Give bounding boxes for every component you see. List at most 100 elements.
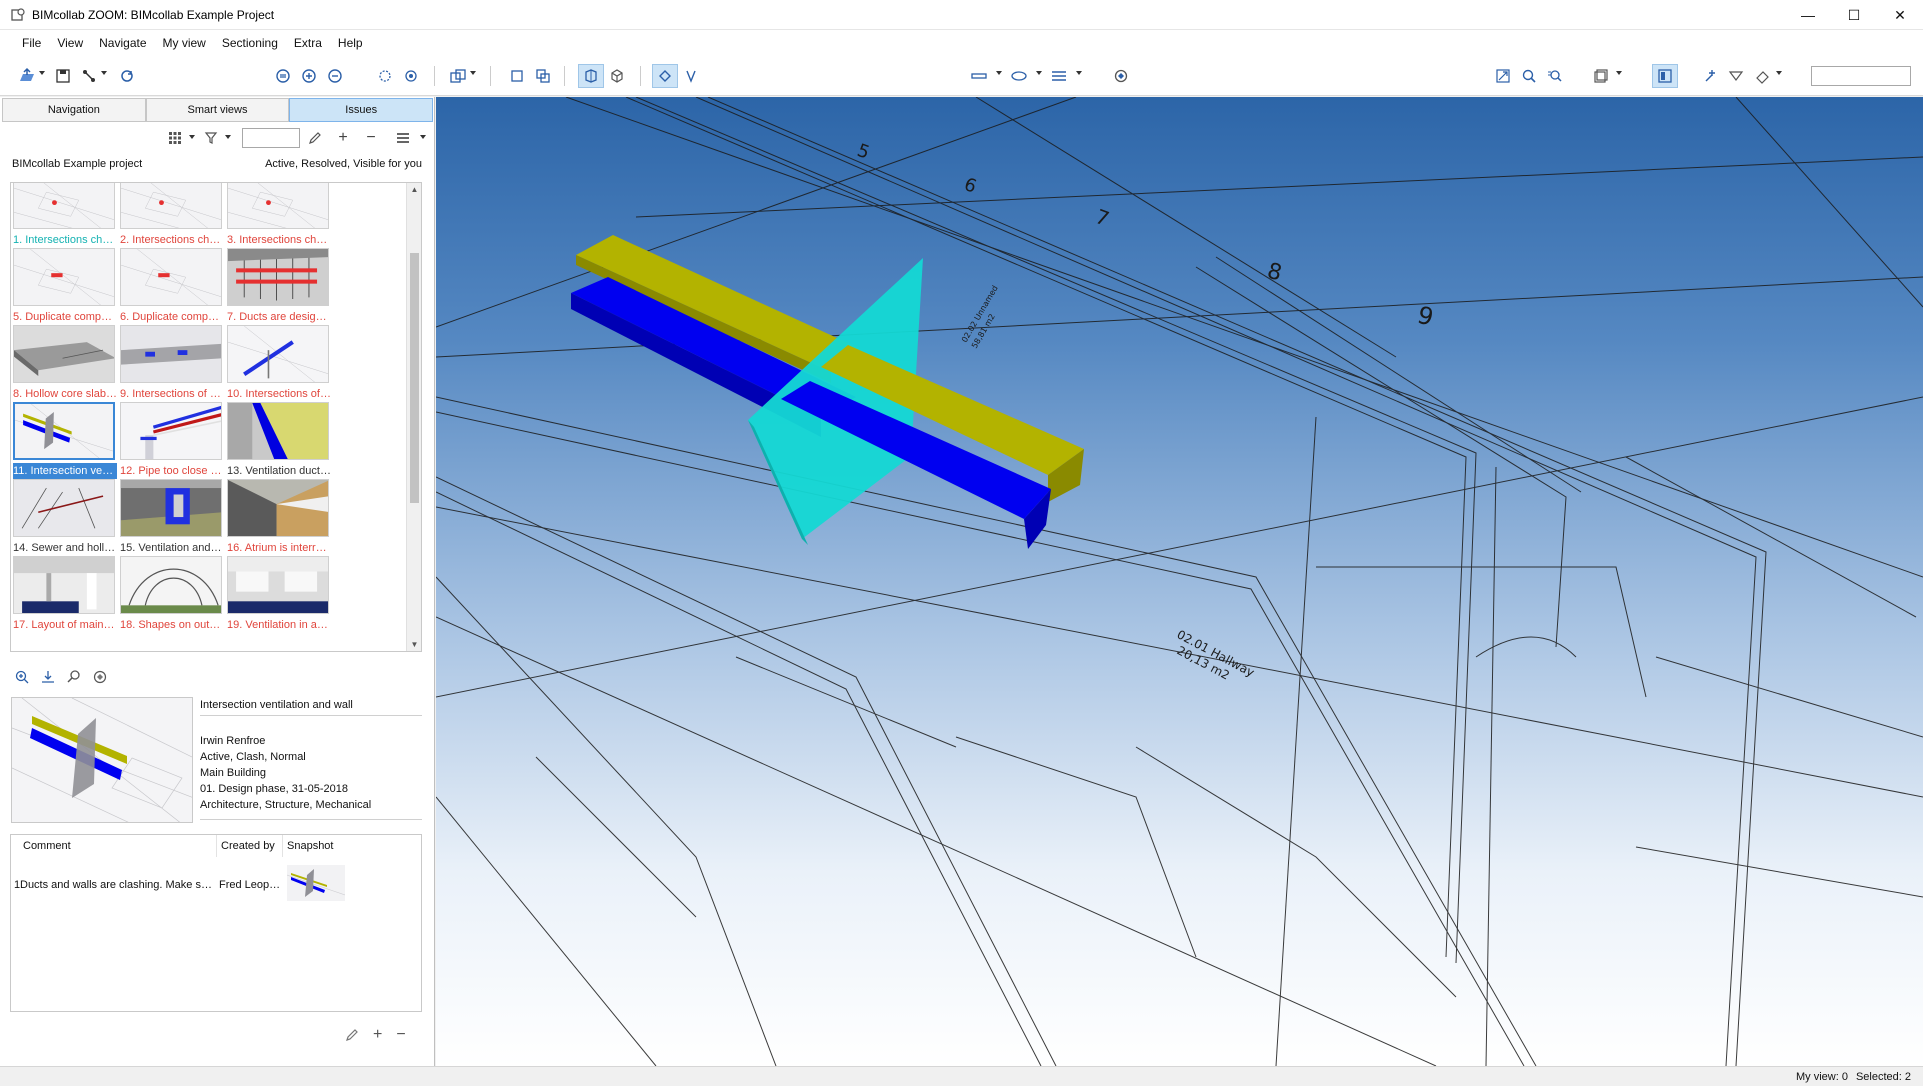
comment-actions: + − xyxy=(345,1027,406,1043)
issue-thumbnail-caption: 5. Duplicate component... xyxy=(13,311,117,323)
selected-count: Selected: 2 xyxy=(1855,1070,1911,1083)
issue-status: Active, Clash, Normal xyxy=(200,751,306,763)
find-components-icon[interactable] xyxy=(66,669,82,685)
select-window-icon xyxy=(536,69,550,83)
issue-labels: Architecture, Structure, Mechanical xyxy=(200,799,372,811)
orbit-button[interactable] xyxy=(374,64,396,88)
issue-menu-button[interactable] xyxy=(394,126,412,150)
find-all-button[interactable] xyxy=(1544,64,1566,88)
table-row[interactable]: 1 Ducts and walls are clashing. Make sur… xyxy=(11,865,421,905)
tab-issues[interactable]: Issues xyxy=(289,98,434,122)
find-button[interactable] xyxy=(1518,64,1540,88)
measure-tool-button[interactable] xyxy=(78,64,100,88)
issue-thumbnail-caption: 3. Intersections check... xyxy=(227,234,331,246)
scroll-down-icon[interactable]: ▼ xyxy=(410,640,419,649)
measure-distance-button[interactable] xyxy=(968,64,990,88)
issue-search-input[interactable] xyxy=(242,128,300,148)
panel-toggle-button[interactable] xyxy=(1652,64,1678,88)
zoom-out-icon xyxy=(328,69,342,83)
ellipse-icon xyxy=(1011,71,1027,81)
walk-icon xyxy=(405,70,417,82)
scrollbar-thumb[interactable] xyxy=(410,253,419,503)
zoom-out-button[interactable] xyxy=(324,64,346,88)
snapshot-column-header[interactable]: Snapshot xyxy=(283,835,353,857)
minimize-button[interactable]: — xyxy=(1785,0,1831,30)
menu-my-view[interactable]: My view xyxy=(155,30,214,56)
sync-icon xyxy=(121,70,133,82)
issue-thumbnail-caption: 14. Sewer and hollowco... xyxy=(13,542,117,554)
fullscreen-button[interactable] xyxy=(1492,64,1514,88)
remove-comment-button[interactable]: − xyxy=(396,1027,405,1043)
issue-filter-icon xyxy=(1728,71,1744,81)
issue-thumbnail-caption: 18. Shapes on outside... xyxy=(120,619,224,631)
thumbnail-scrollbar[interactable]: ▲ ▼ xyxy=(406,183,421,651)
zoom-extents-button[interactable] xyxy=(272,64,294,88)
tab-smart-views[interactable]: Smart views xyxy=(145,98,290,122)
sync-button[interactable] xyxy=(116,64,138,88)
edit-comment-icon[interactable] xyxy=(345,1028,359,1042)
walk-button[interactable] xyxy=(400,64,422,88)
zoom-extents-icon xyxy=(276,69,290,83)
3d-viewport[interactable]: 5 6 7 8 9 02.01 Hallway 20,13 m2 02.02 U… xyxy=(436,97,1923,1066)
filter-button[interactable] xyxy=(202,126,220,150)
menu-extra[interactable]: Extra xyxy=(286,30,330,56)
zoom-to-issue-icon[interactable] xyxy=(14,669,30,685)
save-button[interactable] xyxy=(52,64,74,88)
open-model-button[interactable] xyxy=(16,64,38,88)
level-icon[interactable] xyxy=(40,669,56,685)
tab-navigation[interactable]: Navigation xyxy=(2,98,146,122)
views-button[interactable] xyxy=(446,64,470,88)
issue-assignee: Irwin Renfroe xyxy=(200,735,266,747)
pick-mode-button[interactable] xyxy=(680,64,702,88)
search-icon xyxy=(1522,69,1536,83)
comment-snapshot[interactable] xyxy=(287,865,345,901)
issues-panel: Navigation Smart views Issues + − BIMcol… xyxy=(0,97,435,1066)
issue-detail: Intersection ventilation and wall Irwin … xyxy=(10,697,422,823)
transparency-button[interactable] xyxy=(578,64,604,88)
add-issue-small-button[interactable]: + xyxy=(334,126,352,150)
edit-issue-button[interactable] xyxy=(306,126,324,150)
menu-navigate[interactable]: Navigate xyxy=(91,30,154,56)
menu-file[interactable]: File xyxy=(14,30,49,56)
layers-icon xyxy=(1052,71,1066,81)
menu-sectioning[interactable]: Sectioning xyxy=(214,30,286,56)
window-title: BIMcollab ZOOM: BIMcollab Example Projec… xyxy=(32,7,275,22)
comments-table: Comment Created by Snapshot 1 Ducts and … xyxy=(10,834,422,1012)
issue-thumbnail-item[interactable]: 19. Ventilation in audito... xyxy=(225,556,356,650)
layers-button[interactable] xyxy=(1048,64,1070,88)
snapshot-small-icon[interactable] xyxy=(92,669,108,685)
select-window-button[interactable] xyxy=(532,64,554,88)
snapshot-button[interactable] xyxy=(1110,64,1132,88)
issue-thumbnail-image xyxy=(13,479,115,537)
issue-snapshot[interactable] xyxy=(11,697,193,823)
issue-filter-summary: Active, Resolved, Visible for you xyxy=(265,158,422,170)
menu-help[interactable]: Help xyxy=(330,30,371,56)
zoom-in-button[interactable] xyxy=(298,64,320,88)
box-view-button[interactable] xyxy=(606,64,628,88)
grid-label-6-upper: 6 xyxy=(961,174,979,198)
scroll-up-icon[interactable]: ▲ xyxy=(410,185,419,194)
created-by-column-header[interactable]: Created by xyxy=(217,835,283,857)
issue-thumbnail-image xyxy=(120,183,222,229)
issue-thumbnail-caption: 17. Layout of main entr... xyxy=(13,619,117,631)
measure-area-button[interactable] xyxy=(1008,64,1030,88)
grid-label-7: 7 xyxy=(1092,204,1112,231)
add-issue-button[interactable] xyxy=(1700,64,1722,88)
select-box-button[interactable] xyxy=(506,64,528,88)
comment-column-header[interactable]: Comment xyxy=(11,835,217,857)
maximize-button[interactable]: ☐ xyxy=(1831,0,1877,30)
navigate-mode-button[interactable] xyxy=(652,64,678,88)
grid-view-button[interactable] xyxy=(166,126,184,150)
add-comment-button[interactable]: + xyxy=(373,1027,382,1043)
issue-milestone: 01. Design phase, 31-05-2018 xyxy=(200,783,348,795)
issue-thumbnail-image xyxy=(227,479,329,537)
menu-view[interactable]: View xyxy=(49,30,91,56)
navigate-arrows-icon xyxy=(659,70,671,82)
issue-filter-button[interactable] xyxy=(1726,64,1748,88)
markup-button[interactable] xyxy=(1752,64,1774,88)
remove-issue-button[interactable]: − xyxy=(362,126,380,150)
search-input[interactable] xyxy=(1811,66,1911,86)
close-button[interactable]: ✕ xyxy=(1877,0,1923,30)
windows-button[interactable] xyxy=(1590,64,1612,88)
expand-icon xyxy=(1496,69,1510,83)
